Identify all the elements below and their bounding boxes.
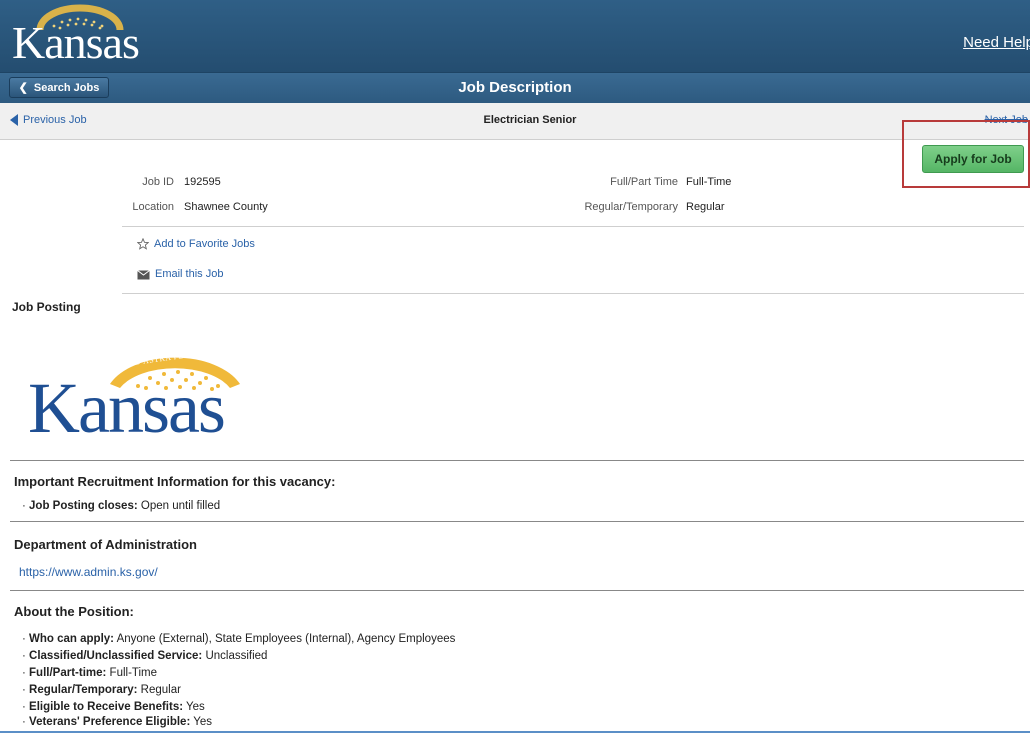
title-bar: ❮ Search Jobs Job Description xyxy=(0,72,1030,103)
list-item-label: Eligible to Receive Benefits: xyxy=(29,701,184,713)
about-position-heading: About the Position: xyxy=(14,604,134,619)
list-item: · Classified/Unclassified Service: Uncla… xyxy=(22,650,268,662)
divider xyxy=(10,460,1024,461)
list-item-label: Job Posting closes: xyxy=(29,500,138,512)
list-item-value: Unclassified xyxy=(205,650,268,662)
regular-temporary-label: Regular/Temporary xyxy=(584,201,678,213)
job-id-value: 192595 xyxy=(184,176,221,188)
job-title: Electrician Senior xyxy=(483,114,577,126)
location-value: Shawnee County xyxy=(184,201,268,213)
department-heading: Department of Administration xyxy=(14,537,197,552)
logo-text: Kansas xyxy=(12,17,140,68)
department-url-link[interactable]: https://www.admin.ks.gov/ xyxy=(19,565,158,579)
job-id-label: Job ID xyxy=(142,176,174,188)
full-part-time-label: Full/Part Time xyxy=(610,176,678,188)
list-item: · Who can apply: Anyone (External), Stat… xyxy=(22,633,456,645)
full-part-time-value: Full-Time xyxy=(686,176,732,188)
list-item-label: Full/Part-time: xyxy=(29,667,107,679)
apply-for-job-button[interactable]: Apply for Job xyxy=(922,145,1024,173)
recruitment-info-heading: Important Recruitment Information for th… xyxy=(14,474,336,489)
email-job-label: Email this Job xyxy=(155,268,224,280)
list-item: · Veterans' Preference Eligible: Yes xyxy=(22,716,213,728)
list-item-value: Yes xyxy=(193,716,213,728)
page-title: Job Description xyxy=(458,79,572,96)
divider xyxy=(10,590,1024,591)
kansas-posting-logo: AD ASTRA PER ASPERA Kansas xyxy=(28,334,258,446)
list-item-label: Veterans' Preference Eligible: xyxy=(29,716,191,728)
site-header: Kansas Need Help xyxy=(0,0,1030,72)
divider xyxy=(122,293,1024,294)
list-item-value: Regular xyxy=(140,684,181,696)
posting-logo-text: Kansas xyxy=(28,368,226,448)
list-item-label: Classified/Unclassified Service: xyxy=(29,650,203,662)
add-to-favorites-label: Add to Favorite Jobs xyxy=(154,238,255,250)
email-job-link[interactable]: Email this Job xyxy=(137,268,223,280)
add-to-favorites-link[interactable]: Add to Favorite Jobs xyxy=(137,238,255,250)
divider xyxy=(10,521,1024,522)
list-item: · Regular/Temporary: Regular xyxy=(22,684,181,696)
divider xyxy=(122,226,1024,227)
list-item: · Job Posting closes: Open until filled xyxy=(22,500,221,512)
kansas-logo[interactable]: Kansas xyxy=(12,4,142,68)
job-navigation: Previous Job Electrician Senior Next Job xyxy=(0,103,1030,140)
list-item-value: Full-Time xyxy=(109,667,158,679)
list-item: · Eligible to Receive Benefits: Yes xyxy=(22,701,205,713)
list-item-label: Regular/Temporary: xyxy=(29,684,138,696)
list-item-value: Open until filled xyxy=(140,500,221,512)
list-item-value: Anyone (External), State Employees (Inte… xyxy=(116,633,456,645)
list-item: · Full/Part-time: Full-Time xyxy=(22,667,158,679)
list-item-value: Yes xyxy=(186,701,205,713)
location-label: Location xyxy=(132,201,174,213)
star-icon xyxy=(137,238,149,250)
need-help-link[interactable]: Need Help xyxy=(963,34,1030,51)
list-item-label: Who can apply: xyxy=(29,633,115,645)
job-posting-heading: Job Posting xyxy=(12,300,81,314)
envelope-icon xyxy=(137,269,150,279)
regular-temporary-value: Regular xyxy=(686,201,725,213)
